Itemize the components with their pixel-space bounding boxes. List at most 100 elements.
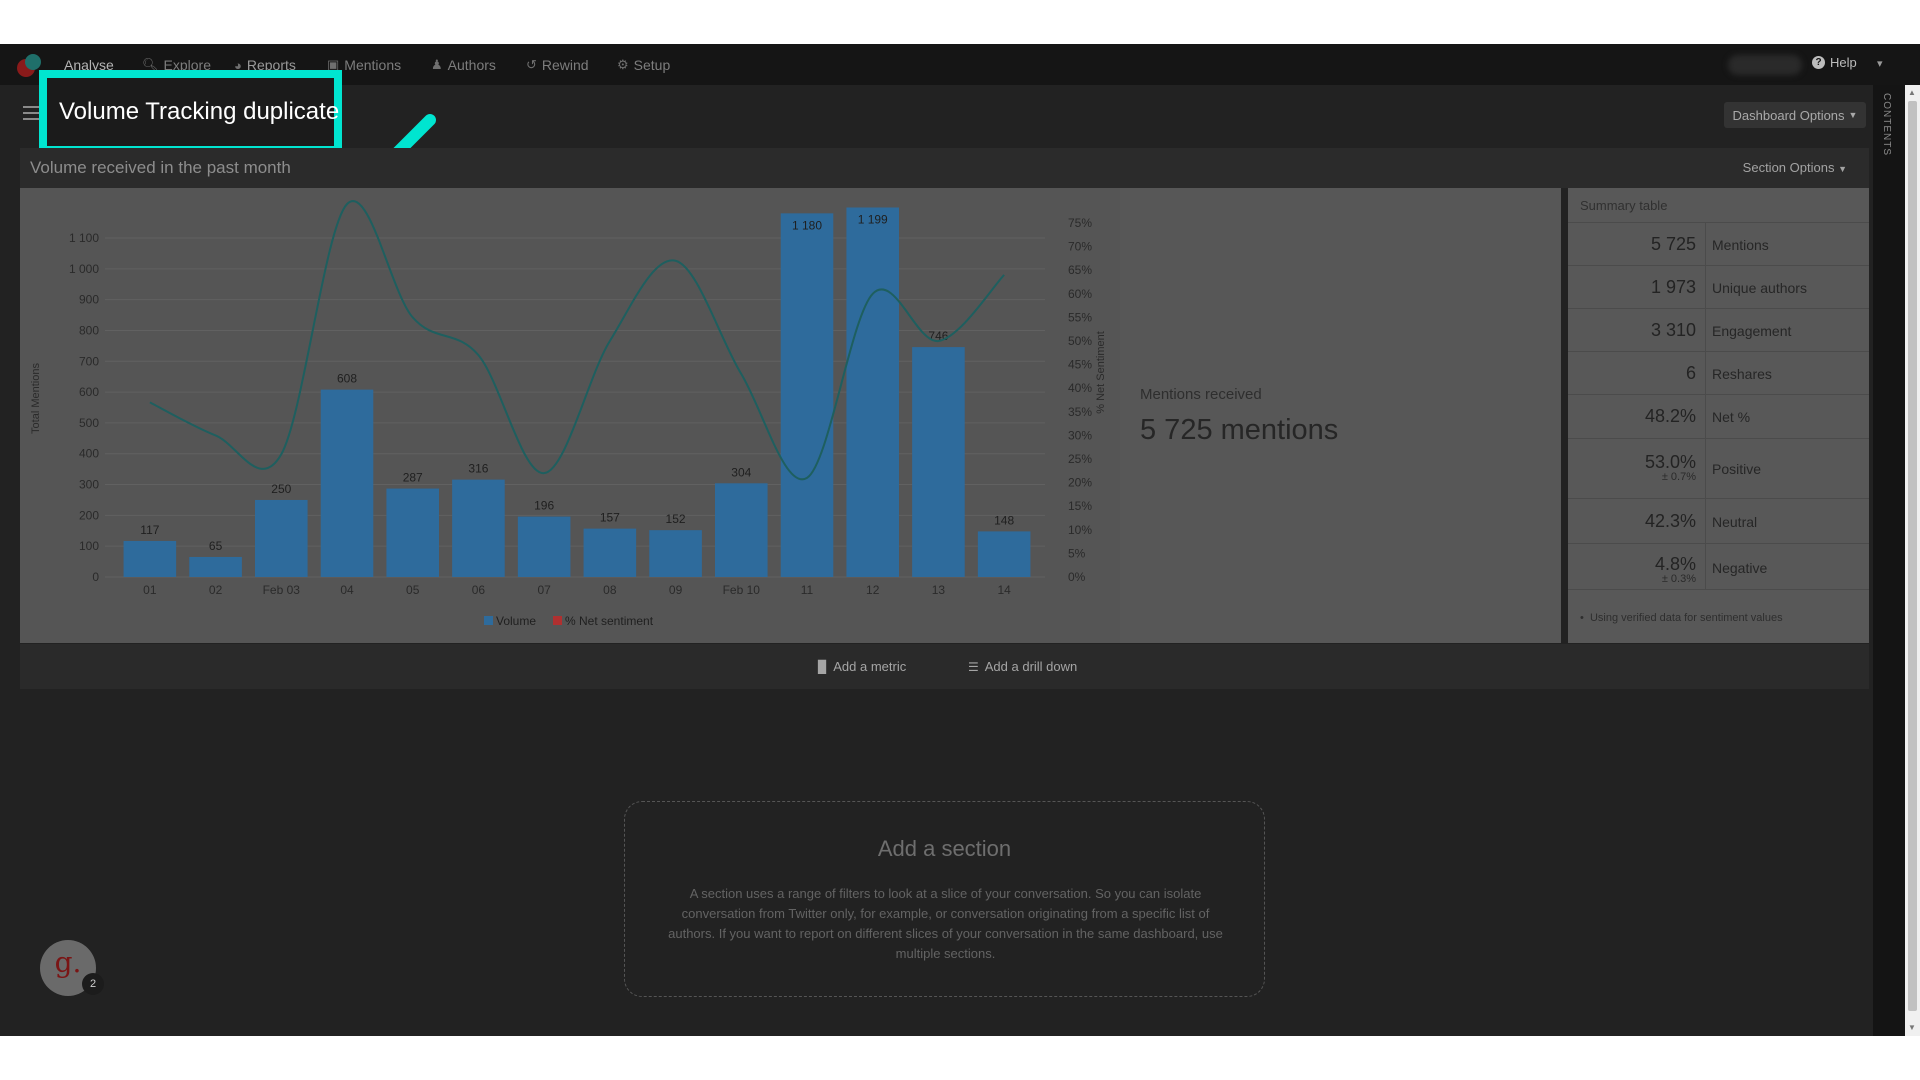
person-icon: ♟ <box>431 57 443 72</box>
volume-chart: 01002003004005006007008009001 0001 1000%… <box>30 200 1107 628</box>
section-options-button[interactable]: Section Options ▼ <box>1743 160 1847 175</box>
history-icon: ↺ <box>526 57 537 72</box>
bar-value-label: 196 <box>534 499 554 513</box>
dashboard-options-button[interactable]: Dashboard Options ▼ <box>1724 102 1866 128</box>
nav-rewind[interactable]: ↺ Rewind <box>526 55 589 75</box>
bar <box>649 530 702 577</box>
summary-label: Net % <box>1712 409 1751 425</box>
x-tick-label: 09 <box>669 583 683 597</box>
bar-value-label: 117 <box>140 523 159 537</box>
y-tick-label: 600 <box>79 385 99 399</box>
y2-tick-label: 75% <box>1068 216 1092 230</box>
bar <box>780 213 834 577</box>
y2-tick-label: 50% <box>1068 334 1092 348</box>
summary-value: 4.8% <box>1654 554 1696 574</box>
summary-row-negative: 4.8% ± 0.3% Negative <box>1568 543 1869 589</box>
x-tick-label: 13 <box>932 583 946 597</box>
bar-value-label: 148 <box>994 513 1014 527</box>
add-section-card[interactable]: Add a section A section uses a range of … <box>624 801 1265 997</box>
bar <box>583 528 637 577</box>
summary-row-reshares: 6 Reshares <box>1568 351 1869 394</box>
y2-tick-label: 35% <box>1068 405 1092 419</box>
x-tick-label: 08 <box>603 583 617 597</box>
nav-setup[interactable]: ⚙ Setup <box>617 55 670 75</box>
summary-row-net: 48.2% Net % <box>1568 394 1869 438</box>
bar <box>846 207 899 578</box>
x-tick-label: 11 <box>801 583 814 597</box>
summary-label: Engagement <box>1712 323 1792 339</box>
contents-label: CONTENTS <box>1881 93 1892 156</box>
x-tick-label: Feb 03 <box>263 583 301 597</box>
bar <box>977 531 1031 577</box>
scrollbar[interactable]: ▲ ▼ <box>1905 85 1920 1036</box>
notification-badge: 2 <box>82 973 104 995</box>
bar <box>189 556 242 577</box>
y2-axis-title: % Net Sentiment <box>1095 331 1107 414</box>
y-tick-label: 1 100 <box>69 231 99 245</box>
bar-value-label: 152 <box>666 512 686 526</box>
summary-value: 3 310 <box>1650 320 1696 340</box>
bar-value-label: 287 <box>403 471 423 485</box>
y2-tick-label: 20% <box>1068 476 1092 490</box>
y-tick-label: 200 <box>79 508 99 522</box>
summary-row-unique-authors: 1 973 Unique authors <box>1568 265 1869 308</box>
gear-icon: ⚙ <box>617 57 629 72</box>
summary-row-engagement: 3 310 Engagement <box>1568 308 1869 351</box>
y2-tick-label: 65% <box>1068 263 1092 277</box>
chevron-down-icon[interactable]: ▾ <box>1877 57 1883 70</box>
bar-chart-icon: ▉ <box>818 659 828 674</box>
y-tick-label: 1 000 <box>69 262 99 276</box>
y2-tick-label: 40% <box>1068 381 1092 395</box>
y-axis-title: Total Mentions <box>30 363 42 434</box>
bar <box>517 516 571 577</box>
nav-authors-label: Authors <box>447 57 496 73</box>
summary-table-title: Summary table <box>1580 198 1668 213</box>
legend-swatch-volume <box>484 616 493 625</box>
section-title[interactable]: Volume received in the past month <box>30 158 291 178</box>
add-drill-down-label: Add a drill down <box>984 659 1078 674</box>
summary-margin: ± 0.7% <box>1661 471 1696 483</box>
x-tick-label: 02 <box>209 583 223 597</box>
dashboard-title[interactable]: Volume Tracking duplicate <box>59 98 339 126</box>
y2-tick-label: 55% <box>1068 310 1092 324</box>
legend-label-volume: Volume <box>496 614 536 628</box>
section-options-label: Section Options <box>1742 160 1835 175</box>
add-metric-button[interactable]: ▉ Add a metric <box>818 659 906 674</box>
section-header: Volume received in the past month Sectio… <box>20 148 1869 188</box>
add-metric-label: Add a metric <box>833 659 907 674</box>
summary-label: Negative <box>1712 560 1768 576</box>
y-tick-label: 900 <box>79 293 99 307</box>
x-tick-label: 06 <box>472 583 486 597</box>
summary-row-neutral: 42.3% Neutral <box>1568 498 1869 543</box>
mentions-received-label: Mentions received <box>1140 386 1262 403</box>
y-tick-label: 0 <box>92 570 99 584</box>
summary-label: Positive <box>1712 461 1762 477</box>
bar-value-label: 304 <box>731 465 751 479</box>
scrollbar-thumb[interactable] <box>1908 101 1917 1011</box>
dashboard-options-label: Dashboard Options <box>1732 107 1845 123</box>
y2-tick-label: 45% <box>1068 358 1092 372</box>
x-tick-label: 01 <box>143 583 157 597</box>
bar-value-label: 157 <box>600 511 620 525</box>
summary-margin: ± 0.3% <box>1661 573 1696 585</box>
nav-setup-label: Setup <box>633 57 671 73</box>
add-section-description: A section uses a range of filters to loo… <box>668 886 1223 961</box>
scroll-up-icon[interactable]: ▲ <box>1908 88 1916 97</box>
chevron-down-icon: ▼ <box>1848 110 1858 120</box>
list-icon: ☰ <box>968 659 979 674</box>
help-menu[interactable]: ? Help <box>1812 55 1857 70</box>
summary-footnote: • Using verified data for sentiment valu… <box>1580 612 1783 624</box>
bar-value-label: 1 199 <box>858 212 888 226</box>
bar-value-label: 608 <box>337 372 357 386</box>
y-tick-label: 500 <box>79 416 99 430</box>
y-tick-label: 300 <box>79 478 99 492</box>
contents-panel-toggle[interactable]: CONTENTS <box>1873 85 1905 1036</box>
add-drill-down-button[interactable]: ☰ Add a drill down <box>968 659 1077 674</box>
nav-authors[interactable]: ♟ Authors <box>431 55 496 75</box>
user-menu[interactable] <box>1728 55 1802 75</box>
y2-tick-label: 0% <box>1068 570 1086 584</box>
summary-value: 42.3% <box>1644 511 1696 531</box>
scroll-down-icon[interactable]: ▼ <box>1908 1023 1916 1032</box>
summary-label: Mentions <box>1712 237 1769 253</box>
summary-value: 6 <box>1685 363 1696 383</box>
